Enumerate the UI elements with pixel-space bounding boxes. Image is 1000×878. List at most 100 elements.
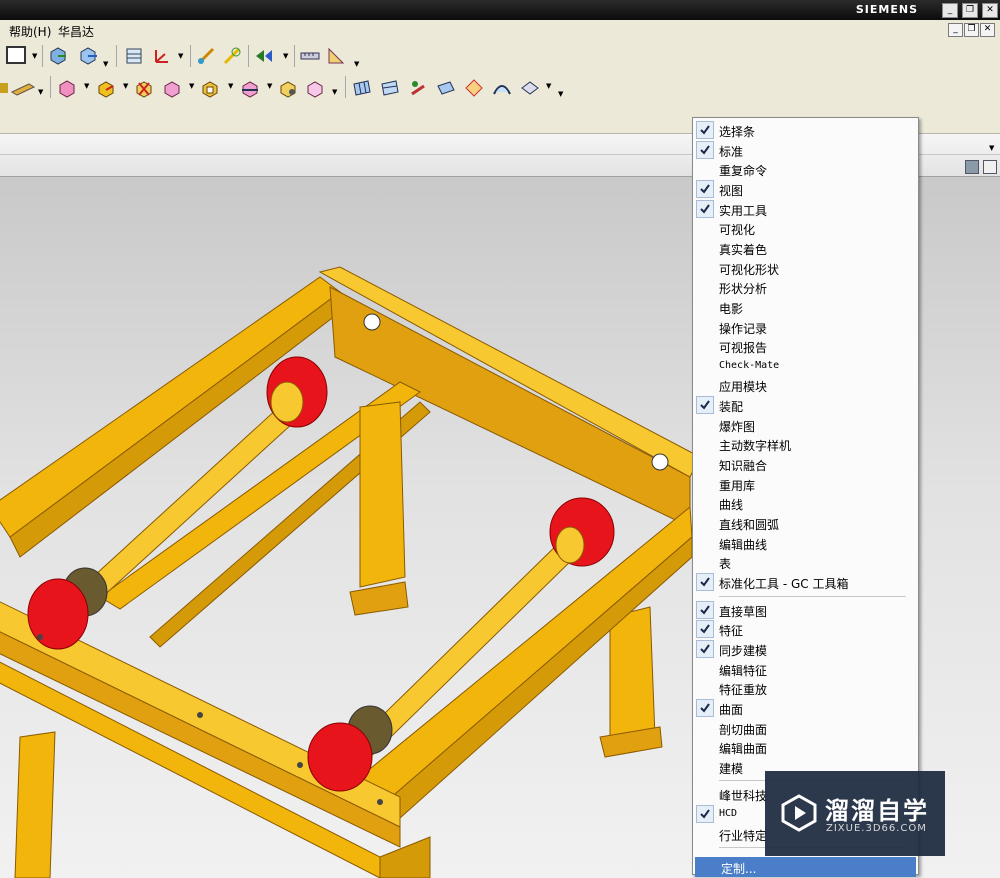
menu-item[interactable]: 可视报告 — [693, 336, 918, 356]
menu-item-label: 可视化 — [719, 223, 756, 238]
measure-icon[interactable] — [196, 46, 216, 66]
menu-huachangda[interactable]: 华昌达 — [58, 23, 94, 40]
toolbar-separator — [116, 45, 117, 67]
menu-item[interactable]: 标准 — [693, 140, 918, 160]
menu-item[interactable]: 重用库 — [693, 474, 918, 494]
dropdown-icon[interactable]: ▼ — [84, 82, 89, 90]
angle-icon[interactable] — [326, 46, 346, 66]
menu-item[interactable]: 标准化工具 - GC 工具箱 — [693, 572, 918, 592]
dropdown-icon[interactable]: ▼ — [123, 82, 128, 90]
menu-help[interactable]: 帮助(H) — [9, 23, 51, 40]
menu-item[interactable]: 表 — [693, 552, 918, 572]
menu-item[interactable]: 爆炸图 — [693, 415, 918, 435]
menu-item[interactable]: 曲面 — [693, 698, 918, 718]
toolbar-separator — [294, 45, 295, 67]
toolbar-separator — [42, 45, 43, 67]
menu-item[interactable]: 选择条 — [693, 120, 918, 140]
menu-item[interactable]: 装配 — [693, 395, 918, 415]
view-cube-icon[interactable] — [78, 46, 98, 66]
menu-item[interactable]: 知识融合 — [693, 454, 918, 474]
extrude-icon[interactable] — [96, 78, 116, 98]
ruler-feature-icon[interactable] — [11, 78, 35, 98]
close-button[interactable]: ✕ — [982, 3, 998, 18]
minimize-button[interactable]: _ — [942, 3, 958, 18]
swept-icon[interactable] — [436, 78, 456, 98]
trim-body-icon[interactable] — [240, 78, 260, 98]
menu-item-label: 曲面 — [719, 702, 744, 717]
dropdown-icon[interactable]: ▼ — [189, 82, 194, 90]
menu-item[interactable]: 实用工具 — [693, 199, 918, 219]
doc-restore-button[interactable]: ❐ — [964, 23, 979, 37]
wcs-icon[interactable] — [152, 46, 172, 66]
layout-icon[interactable] — [965, 160, 979, 174]
menu-item-label: 同步建模 — [719, 643, 768, 658]
dropdown-icon[interactable]: ▼ — [228, 82, 233, 90]
menu-item[interactable]: 形状分析 — [693, 277, 918, 297]
block-icon[interactable] — [57, 78, 77, 98]
dropdown-icon[interactable]: ▼ — [178, 52, 183, 60]
menu-item[interactable]: 编辑特征 — [693, 659, 918, 679]
dropdown-icon[interactable]: ▼ — [283, 52, 288, 60]
combine-icon[interactable] — [162, 78, 182, 98]
dropdown-icon[interactable]: ▼ — [558, 90, 563, 98]
dropdown-icon[interactable]: ▼ — [332, 88, 337, 96]
menu-item[interactable]: 可视化形状 — [693, 258, 918, 278]
view-orient-icon[interactable] — [48, 46, 68, 66]
through-curves-icon[interactable] — [380, 78, 400, 98]
offset-face-icon[interactable] — [278, 78, 298, 98]
bridge-surface-icon[interactable] — [492, 78, 512, 98]
toolbar-separator — [50, 76, 51, 98]
toolbar-separator — [190, 45, 191, 67]
draft-icon[interactable] — [305, 78, 325, 98]
studio-surface-icon[interactable] — [408, 78, 428, 98]
menu-item[interactable]: 主动数字样机 — [693, 434, 918, 454]
restore-button[interactable]: ❐ — [962, 3, 978, 18]
menu-item-label: 实用工具 — [719, 203, 768, 218]
menu-item[interactable]: 特征 — [693, 619, 918, 639]
dropdown-icon[interactable]: ▼ — [267, 82, 272, 90]
dropdown-icon[interactable]: ▼ — [38, 88, 43, 96]
surface-mesh-icon[interactable] — [352, 78, 372, 98]
menu-item[interactable]: 剖切曲面 — [693, 718, 918, 738]
menu-item-label: 行业特定 — [719, 828, 768, 843]
doc-close-button[interactable]: ✕ — [980, 23, 995, 37]
menu-item[interactable]: 视图 — [693, 179, 918, 199]
sew-icon[interactable] — [520, 78, 540, 98]
menu-item[interactable]: 编辑曲线 — [693, 533, 918, 553]
layer-icon[interactable] — [124, 46, 144, 66]
ruler-icon[interactable] — [300, 46, 320, 66]
subtract-icon[interactable] — [134, 78, 154, 98]
dropdown-icon[interactable]: ▼ — [546, 82, 551, 90]
menu-item[interactable]: Check-Mate — [693, 356, 918, 376]
menu-item[interactable]: 电影 — [693, 297, 918, 317]
menu-item-label: 可视报告 — [719, 341, 768, 356]
menu-item[interactable]: 应用模块 — [693, 375, 918, 395]
menu-item[interactable]: 直线和圆弧 — [693, 513, 918, 533]
menu-item-label: 知识融合 — [719, 459, 768, 474]
shell-icon[interactable] — [200, 78, 220, 98]
menu-item[interactable]: 同步建模 — [693, 639, 918, 659]
menu-item[interactable]: 直接草图 — [693, 600, 918, 620]
doc-minimize-button[interactable]: _ — [948, 23, 963, 37]
menu-item[interactable]: 真实着色 — [693, 238, 918, 258]
fit-view-icon[interactable] — [983, 160, 997, 174]
menu-item-label: 爆炸图 — [719, 419, 756, 434]
partial-icon[interactable] — [0, 78, 8, 98]
menu-item[interactable]: 操作记录 — [693, 317, 918, 337]
snap-point-icon[interactable] — [254, 46, 274, 66]
rectangle-icon[interactable] — [6, 46, 26, 64]
menu-item[interactable]: 可视化 — [693, 218, 918, 238]
menu-item[interactable]: 重复命令 — [693, 159, 918, 179]
n-sided-icon[interactable] — [464, 78, 484, 98]
menu-item[interactable]: 曲线 — [693, 493, 918, 513]
dropdown-icon[interactable]: ▼ — [354, 60, 359, 68]
dropdown-icon[interactable]: ▼ — [32, 52, 37, 60]
menu-item-label: 标准化工具 - GC 工具箱 — [719, 576, 849, 591]
dropdown-icon[interactable]: ▼ — [103, 60, 108, 68]
checkmark-icon — [696, 639, 714, 658]
dropdown-icon[interactable]: ▼ — [989, 144, 994, 152]
menu-item[interactable]: 编辑曲面 — [693, 737, 918, 757]
analysis-icon[interactable] — [222, 46, 242, 66]
menu-item[interactable]: 特征重放 — [693, 678, 918, 698]
customize-menu-item[interactable]: 定制... — [695, 857, 916, 878]
